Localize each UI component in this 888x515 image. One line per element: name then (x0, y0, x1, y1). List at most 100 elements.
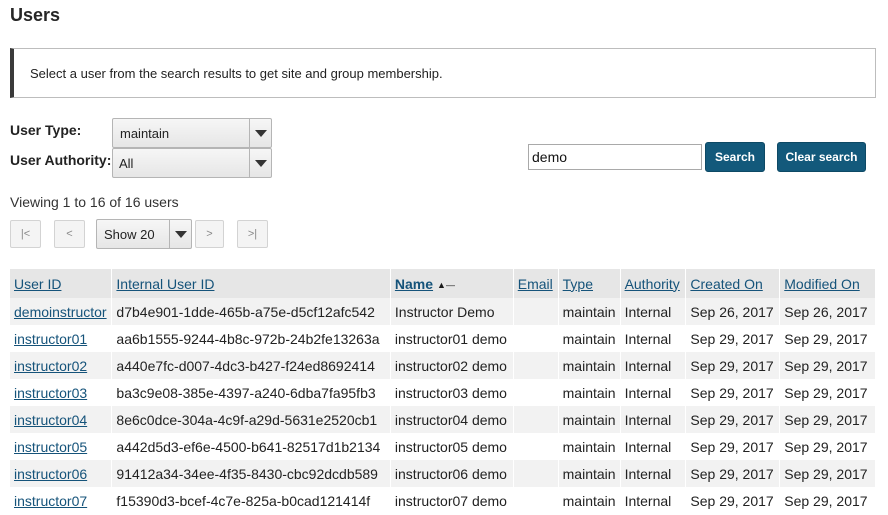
cell-modified-on: Sep 26, 2017 (779, 298, 876, 325)
cell-created-on: Sep 26, 2017 (685, 298, 781, 325)
cell-created-on: Sep 29, 2017 (685, 487, 781, 514)
cell-name: Instructor Demo (390, 298, 514, 325)
cell-name: instructor06 demo (390, 460, 514, 487)
cell-created-on: Sep 29, 2017 (685, 379, 781, 406)
cell-internal-user-id: 8e6c0dce-304a-4c9f-a29d-5631e2520cb1 (111, 406, 391, 433)
user-id-link[interactable]: instructor02 (14, 358, 87, 374)
sort-link-authority[interactable]: Authority (625, 276, 680, 292)
cell-user-id[interactable]: instructor04 (10, 406, 113, 433)
sort-ascending-icon: ▲— (437, 279, 455, 290)
table-row: instructor01 aa6b1555-9244-4b8c-972b-24b… (10, 325, 876, 352)
cell-user-id[interactable]: instructor05 (10, 433, 113, 460)
cell-authority: Internal (620, 352, 687, 379)
user-authority-select[interactable]: All (112, 148, 272, 178)
user-id-link[interactable]: instructor07 (14, 493, 87, 509)
sort-link-created-on[interactable]: Created On (690, 276, 762, 292)
column-header-modified-on[interactable]: Modified On (779, 269, 876, 298)
cell-name: instructor01 demo (390, 325, 514, 352)
info-message-text: Select a user from the search results to… (30, 66, 443, 81)
cell-user-id[interactable]: instructor03 (10, 379, 113, 406)
cell-email (513, 352, 559, 379)
chevron-down-icon (249, 149, 271, 177)
cell-authority: Internal (620, 487, 687, 514)
cell-authority: Internal (620, 460, 687, 487)
cell-authority: Internal (620, 433, 687, 460)
cell-internal-user-id: aa6b1555-9244-4b8c-972b-24b2fe13263a (111, 325, 391, 352)
column-header-authority[interactable]: Authority (620, 269, 687, 298)
clear-search-button[interactable]: Clear search (777, 142, 866, 172)
cell-modified-on: Sep 29, 2017 (779, 406, 876, 433)
cell-authority: Internal (620, 325, 687, 352)
cell-type: maintain (558, 487, 621, 514)
cell-user-id[interactable]: instructor07 (10, 487, 113, 514)
column-header-internal-user-id[interactable]: Internal User ID (111, 269, 391, 298)
user-authority-value: All (119, 155, 134, 171)
cell-user-id[interactable]: demoinstructor (10, 298, 113, 325)
column-header-user-id[interactable]: User ID (10, 269, 113, 298)
sort-link-internal-user-id[interactable]: Internal User ID (116, 276, 214, 292)
user-type-value: maintain (120, 125, 170, 141)
cell-type: maintain (558, 433, 621, 460)
user-type-select[interactable]: maintain (112, 118, 272, 148)
table-row: demoinstructor d7b4e901-1dde-465b-a75e-d… (10, 298, 876, 325)
user-type-label: User Type: (10, 122, 82, 138)
cell-created-on: Sep 29, 2017 (685, 352, 781, 379)
cell-type: maintain (558, 298, 621, 325)
search-button[interactable]: Search (705, 142, 765, 172)
sort-link-user-id[interactable]: User ID (14, 276, 61, 292)
cell-authority: Internal (620, 379, 687, 406)
table-row: instructor04 8e6c0dce-304a-4c9f-a29d-563… (10, 406, 876, 433)
column-header-created-on[interactable]: Created On (685, 269, 781, 298)
cell-created-on: Sep 29, 2017 (685, 406, 781, 433)
cell-modified-on: Sep 29, 2017 (779, 325, 876, 352)
cell-email (513, 433, 559, 460)
cell-email (513, 460, 559, 487)
table-header-row: User ID Internal User ID Name ▲— Email Ty… (10, 269, 876, 298)
sort-link-type[interactable]: Type (563, 276, 593, 292)
sort-link-modified-on[interactable]: Modified On (784, 276, 859, 292)
prev-page-button[interactable]: < (54, 220, 85, 248)
table-row: instructor03 ba3c9e08-385e-4397-a240-6db… (10, 379, 876, 406)
cell-user-id[interactable]: instructor02 (10, 352, 113, 379)
cell-created-on: Sep 29, 2017 (685, 325, 781, 352)
page-size-value: Show 20 (104, 226, 155, 242)
user-id-link[interactable]: instructor06 (14, 466, 87, 482)
cell-type: maintain (558, 460, 621, 487)
user-id-link[interactable]: instructor03 (14, 385, 87, 401)
cell-email (513, 406, 559, 433)
first-page-button[interactable]: |< (10, 220, 41, 248)
user-id-link[interactable]: instructor01 (14, 331, 87, 347)
search-input[interactable] (528, 144, 702, 170)
cell-user-id[interactable]: instructor01 (10, 325, 113, 352)
chevron-down-icon (249, 119, 271, 147)
cell-authority: Internal (620, 406, 687, 433)
cell-email (513, 487, 559, 514)
page-size-select[interactable]: Show 20 (96, 219, 192, 249)
next-page-button[interactable]: > (195, 220, 224, 248)
column-header-name[interactable]: Name ▲— (390, 269, 514, 298)
column-header-type[interactable]: Type (558, 269, 621, 298)
cell-user-id[interactable]: instructor06 (10, 460, 113, 487)
table-row: instructor05 a442d5d3-ef6e-4500-b641-825… (10, 433, 876, 460)
cell-email (513, 298, 559, 325)
table-row: instructor07 f15390d3-bcef-4c7e-825a-b0c… (10, 487, 876, 514)
cell-name: instructor03 demo (390, 379, 514, 406)
cell-type: maintain (558, 379, 621, 406)
page-title: Users (10, 5, 61, 25)
cell-type: maintain (558, 352, 621, 379)
sort-link-name[interactable]: Name (395, 276, 433, 292)
user-id-link[interactable]: instructor05 (14, 439, 87, 455)
user-id-link[interactable]: instructor04 (14, 412, 87, 428)
cell-created-on: Sep 29, 2017 (685, 460, 781, 487)
user-id-link[interactable]: demoinstructor (14, 304, 107, 320)
sort-link-email[interactable]: Email (518, 276, 553, 292)
last-page-button[interactable]: >| (237, 220, 268, 248)
cell-name: instructor07 demo (390, 487, 514, 514)
cell-internal-user-id: a440e7fc-d007-4dc3-b427-f24ed8692414 (111, 352, 391, 379)
table-row: instructor02 a440e7fc-d007-4dc3-b427-f24… (10, 352, 876, 379)
user-authority-label: User Authority: (10, 152, 112, 168)
cell-internal-user-id: f15390d3-bcef-4c7e-825a-b0cad121414f (111, 487, 391, 514)
cell-name: instructor05 demo (390, 433, 514, 460)
column-header-email[interactable]: Email (513, 269, 559, 298)
viewing-count: Viewing 1 to 16 of 16 users (10, 194, 179, 210)
